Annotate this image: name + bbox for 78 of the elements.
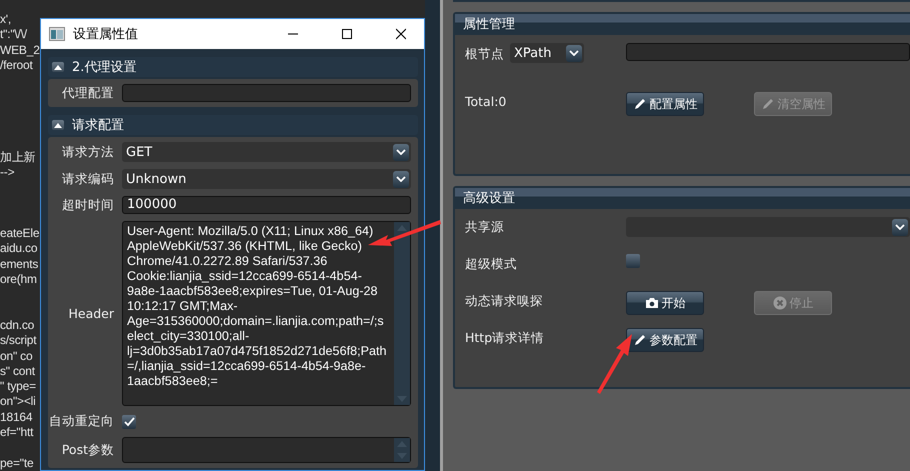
code-line: 加上新 (0, 150, 36, 165)
text-area[interactable]: User-Agent: Mozilla/5.0 (X11; Linux x86_64) AppleWebKit/537.36 (KHTML, like Gecko) Chrome/41.0.2272.89 Safari/537.36 Cookie:lianjia_ssid=12cca699-6514-4b54-9a8e-1aacbf583ee8;expires=Tue, 01-Aug-28 10:12:17 GMT;Max-Age=315360000;domain=.lianjia.com;path=/;select_city=330100;all-lj=3d0b35ab17a07d475f1852d271de56f8;Path=/,lianjia_ssid=12cca699-6514-4b54-9a8e-1aacbf583ee8;= (122, 221, 411, 406)
camera-icon (644, 296, 658, 310)
field-label: 请求编码 (61, 170, 115, 188)
code-line: aidu.co (0, 241, 38, 257)
code-line: WEB_2 (0, 42, 40, 58)
button[interactable]: 配置属性 (626, 92, 704, 116)
field-label: 超时时间 (61, 196, 115, 214)
button[interactable]: 参数配置 (626, 328, 704, 352)
button: 停止 (754, 291, 832, 315)
section-title: 请求配置 (72, 117, 124, 134)
chevron-down-icon (396, 176, 406, 182)
code-line: cdn.co (0, 318, 34, 334)
chevron-down-icon (396, 149, 406, 155)
checkmark-icon (124, 416, 134, 426)
checkbox[interactable] (626, 254, 640, 268)
field-label: 代理配置 (61, 84, 115, 102)
scrollbar[interactable] (394, 438, 410, 462)
section-header[interactable]: 请求配置 (48, 115, 418, 135)
panel-title: 高级设置 (455, 188, 910, 209)
field-label: 动态请求嗅探 (465, 292, 543, 310)
dropdown-button[interactable] (393, 144, 409, 160)
code-line: ements (0, 256, 38, 272)
scrollbar[interactable] (394, 222, 410, 405)
code-line: x', (0, 12, 12, 28)
button[interactable]: 开始 (626, 291, 704, 315)
checkbox[interactable] (122, 414, 136, 428)
field-label: 超级模式 (465, 255, 517, 273)
collapse-button[interactable] (52, 120, 64, 130)
dropdown-button[interactable] (892, 218, 908, 236)
field-label: 自动重定向 (48, 413, 115, 430)
section-title: 2.代理设置 (72, 59, 136, 76)
dropdown[interactable]: GET (122, 142, 411, 162)
cancel-icon (772, 296, 786, 310)
close-icon[interactable] (396, 28, 406, 40)
section-header[interactable]: 2.代理设置 (48, 57, 418, 77)
input-field[interactable] (122, 84, 411, 102)
code-line: " type= (0, 379, 36, 394)
code-line: eateEle (0, 226, 40, 242)
field-label: 请求方法 (61, 144, 115, 160)
dropdown-button[interactable] (566, 44, 582, 62)
input-field[interactable]: 100000 (122, 196, 411, 214)
code-line: on"><li (0, 394, 36, 410)
panel-title: 属性管理 (455, 14, 910, 35)
code-line: 18164 (0, 410, 32, 426)
field-label: 共享源 (465, 218, 504, 236)
field-label: Total:0 (465, 93, 506, 109)
code-line: on" co (0, 348, 32, 364)
dropdown[interactable]: XPath (510, 43, 584, 63)
code-line: ef="htt (0, 425, 34, 440)
code-line: t":"\/\/ (0, 27, 27, 43)
window-icon (49, 27, 65, 41)
triangle-up-icon (54, 122, 62, 128)
dropdown[interactable]: Unknown (122, 169, 411, 189)
pencil-icon (632, 333, 646, 347)
code-line: --> (0, 164, 14, 180)
code-line: ore(hm (0, 272, 37, 288)
pencil-icon (632, 97, 646, 111)
arrow-drawing (597, 334, 632, 394)
chevron-down-icon (895, 224, 905, 230)
input-field[interactable] (626, 43, 910, 61)
field-label: Header (67, 306, 115, 321)
window-title: 设置属性值 (73, 26, 139, 43)
field-label: Http请求详情 (465, 329, 544, 347)
chevron-down-icon (569, 50, 579, 56)
button: 清空属性 (754, 92, 832, 116)
maximize-icon[interactable] (342, 28, 352, 40)
code-line: pe="te (0, 456, 34, 471)
scroll-up-icon (397, 225, 407, 231)
field-label: 根节点 (465, 44, 504, 62)
code-line: /feroot (0, 58, 33, 74)
field-label: Post参数 (60, 442, 115, 458)
dropdown-button[interactable] (393, 170, 409, 188)
triangle-up-icon (54, 64, 62, 70)
code-line: s/script (0, 333, 36, 349)
code-line: s" cont (0, 364, 35, 380)
collapse-button[interactable] (52, 62, 64, 72)
pencil-icon (760, 97, 774, 111)
